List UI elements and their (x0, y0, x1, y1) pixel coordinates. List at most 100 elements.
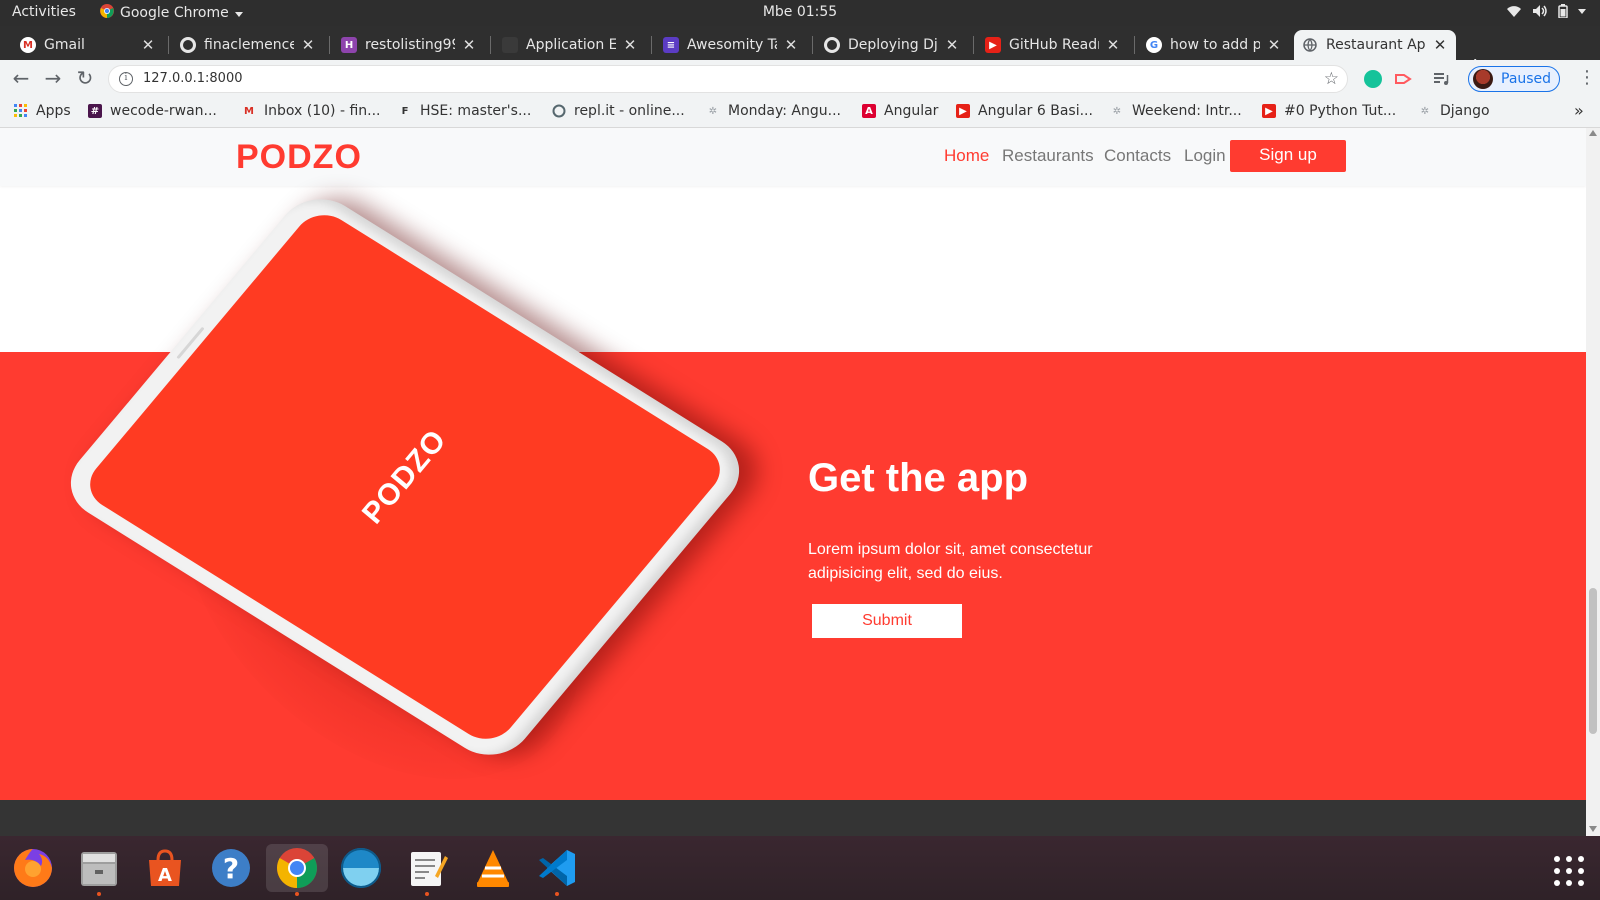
vscode-icon[interactable] (532, 844, 582, 896)
tab-how-to-add[interactable]: G how to add pi ✕ (1138, 30, 1290, 60)
volume-icon (1532, 4, 1548, 22)
tab-separator (168, 36, 169, 54)
nav-contacts[interactable]: Contacts (1104, 146, 1171, 166)
tab-restolisting[interactable]: H restolisting99 ✕ (333, 30, 485, 60)
tab-separator (490, 36, 491, 54)
running-indicator (555, 892, 559, 896)
forward-button[interactable]: → (42, 68, 64, 90)
app-menu[interactable]: Google Chrome (100, 4, 243, 22)
bookmark-label: Angular (884, 103, 939, 119)
bookmark-hse[interactable]: F HSE: master's... (398, 103, 532, 119)
help-icon[interactable]: ? (206, 844, 256, 892)
address-bar[interactable]: i 127.0.0.1:8000 ☆ (108, 65, 1348, 93)
tab-deploying-django[interactable]: Deploying Dja ✕ (816, 30, 968, 60)
bookmark-angular6[interactable]: ▶ Angular 6 Basi... (956, 103, 1093, 119)
show-applications-icon[interactable] (1554, 856, 1584, 886)
bookmark-python[interactable]: ▶ #0 Python Tut... (1262, 103, 1396, 119)
tab-gmail[interactable]: M Gmail ✕ (12, 30, 164, 60)
tab-github-readme[interactable]: ▶ GitHub Readm ✕ (977, 30, 1129, 60)
bookmark-weekend[interactable]: ✲ Weekend: Intr... (1110, 103, 1242, 119)
bookmark-label: Django (1440, 103, 1490, 119)
grammarly-icon[interactable] (1364, 70, 1382, 88)
files-icon[interactable] (74, 844, 124, 896)
profile-status: Paused (1501, 71, 1552, 87)
bookmark-label: wecode-rwan... (110, 103, 217, 119)
bookmark-wecode[interactable]: # wecode-rwan... (88, 103, 217, 119)
footer (0, 800, 1586, 836)
system-tray[interactable] (1506, 4, 1586, 22)
tab-restaurant-app[interactable]: Restaurant Ap ✕ (1294, 30, 1456, 60)
bookmark-replit[interactable]: repl.it - online... (552, 103, 685, 119)
tab-finaclemence[interactable]: finaclemence ✕ (172, 30, 324, 60)
media-queue-icon[interactable] (1432, 70, 1450, 88)
google-icon: G (1146, 37, 1162, 53)
signup-button[interactable]: Sign up (1230, 140, 1346, 172)
screencast-icon[interactable] (1394, 70, 1412, 88)
scroll-up-arrow[interactable] (1589, 130, 1597, 136)
vlc-icon[interactable] (468, 844, 518, 892)
chrome-icon[interactable] (266, 844, 328, 896)
running-indicator (425, 892, 429, 896)
bookmark-label: Monday: Angu... (728, 103, 841, 119)
firefox-icon[interactable] (8, 844, 58, 892)
tab-title: finaclemence (204, 37, 294, 53)
bookmark-monday-angular[interactable]: ✲ Monday: Angu... (706, 103, 841, 119)
bookmark-apps[interactable]: Apps (14, 103, 71, 119)
bookmark-label: Weekend: Intr... (1132, 103, 1242, 119)
heroku-icon: H (341, 37, 357, 53)
scrollbar-thumb[interactable] (1589, 588, 1597, 734)
activities-button[interactable]: Activities (12, 4, 76, 20)
close-icon[interactable]: ✕ (300, 36, 316, 54)
tab-awesomity[interactable]: ≡ Awesomity Ta ✕ (655, 30, 807, 60)
blank-page-icon (502, 37, 518, 53)
page-scrollbar[interactable] (1586, 128, 1600, 836)
brand-logo[interactable]: PODZO (236, 138, 362, 177)
bookmark-label: repl.it - online... (574, 103, 685, 119)
avatar (1473, 69, 1493, 89)
bookmark-star-icon[interactable]: ☆ (1324, 69, 1339, 89)
back-button[interactable]: ← (10, 68, 32, 90)
close-icon[interactable]: ✕ (140, 36, 156, 54)
hse-icon: F (401, 105, 409, 117)
reload-button[interactable]: ↻ (74, 68, 96, 90)
text-editor-icon[interactable] (402, 844, 452, 896)
tab-separator (1134, 36, 1135, 54)
close-icon[interactable]: ✕ (1266, 36, 1282, 54)
url-text[interactable]: 127.0.0.1:8000 (143, 71, 243, 86)
close-icon[interactable]: ✕ (1432, 36, 1448, 54)
apps-grid-icon (14, 104, 28, 118)
close-icon[interactable]: ✕ (1105, 36, 1121, 54)
bookmark-label: #0 Python Tut... (1284, 103, 1397, 119)
close-icon[interactable]: ✕ (783, 36, 799, 54)
software-center-icon[interactable]: A (140, 844, 190, 892)
phone-mockup: PODZO (53, 184, 757, 770)
more-bookmarks-icon[interactable]: » (1574, 101, 1584, 120)
info-icon[interactable]: i (119, 72, 133, 86)
browser-toolbar: ← → ↻ i 127.0.0.1:8000 ☆ Paused ⋮ (0, 60, 1600, 98)
nav-home[interactable]: Home (944, 146, 989, 166)
bookmark-label: HSE: master's... (420, 103, 532, 119)
menu-kebab-icon[interactable]: ⋮ (1578, 69, 1596, 87)
tree-icon: ✲ (1420, 105, 1430, 117)
bookmark-label: Angular 6 Basi... (978, 103, 1093, 119)
submit-button[interactable]: Submit (812, 604, 962, 638)
nav-restaurants[interactable]: Restaurants (1002, 146, 1094, 166)
scroll-down-arrow[interactable] (1589, 826, 1597, 832)
gmail-icon: M (20, 37, 36, 53)
youtube-icon: ▶ (956, 104, 970, 118)
page-viewport: PODZO Home Restaurants Contacts Login Si… (0, 128, 1586, 836)
disk-icon[interactable] (336, 844, 386, 892)
tab-title: Awesomity Ta (687, 37, 777, 53)
replit-icon (552, 104, 566, 118)
close-icon[interactable]: ✕ (461, 36, 477, 54)
bookmark-django[interactable]: ✲ Django (1418, 103, 1490, 119)
profile-button[interactable]: Paused (1468, 66, 1560, 92)
close-icon[interactable]: ✕ (622, 36, 638, 54)
tab-title: Application Er (526, 37, 616, 53)
tab-application-error[interactable]: Application Er ✕ (494, 30, 646, 60)
close-icon[interactable]: ✕ (944, 36, 960, 54)
bookmark-inbox[interactable]: M Inbox (10) - fin... (242, 103, 380, 119)
nav-login[interactable]: Login (1184, 146, 1226, 166)
tab-title: how to add pi (1170, 37, 1260, 53)
bookmark-angular[interactable]: A Angular (862, 103, 938, 119)
